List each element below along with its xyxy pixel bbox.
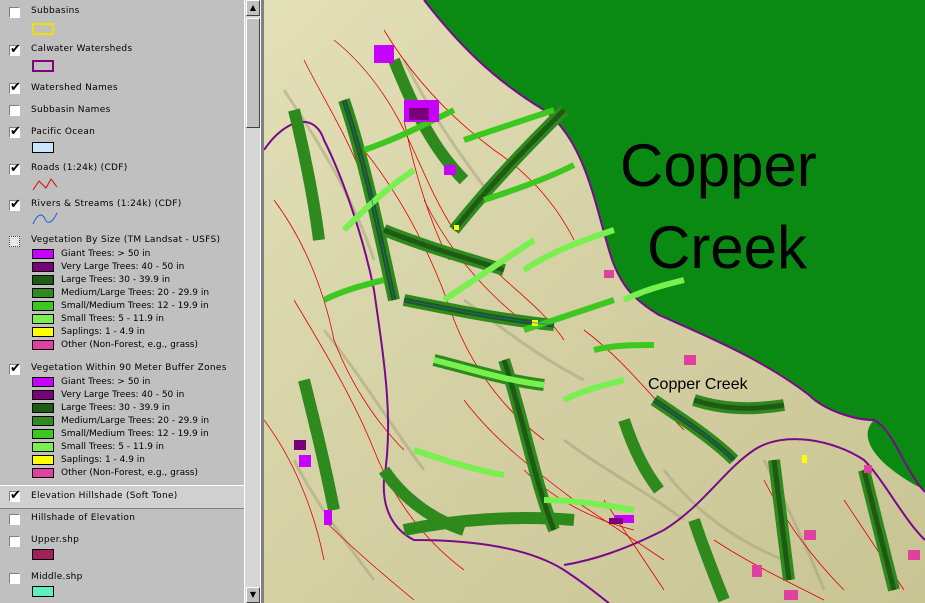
legend-label: Giant Trees: > 50 in (61, 249, 151, 259)
legend-label: Medium/Large Trees: 20 - 29.9 in (61, 288, 210, 298)
terrain-area (264, 0, 925, 603)
layer-label: Vegetation Within 90 Meter Buffer Zones (31, 363, 227, 373)
layer-checkbox[interactable] (9, 197, 21, 212)
layer-label: Watershed Names (31, 83, 118, 93)
layer-checkbox[interactable] (9, 80, 21, 95)
layer-upper-shp: Upper.shp (0, 531, 244, 567)
layer-checkbox[interactable] (9, 124, 21, 139)
legend-swatch (32, 301, 54, 311)
layer-pacific-ocean: Pacific Ocean (0, 123, 244, 157)
layer-label: Vegetation By Size (TM Landsat - USFS) (31, 235, 221, 245)
legend-swatch (32, 275, 54, 285)
layer-watershed-names: Watershed Names (0, 79, 244, 99)
legend-swatch (32, 327, 54, 337)
legend-swatch (32, 442, 54, 452)
stream-line-icon (32, 212, 58, 225)
scroll-up-button[interactable]: ▲ (246, 0, 260, 16)
legend-label: Saplings: 1 - 4.9 in (61, 327, 146, 337)
legend-swatch (32, 390, 54, 400)
toc-scrollbar[interactable]: ▲ ▼ (244, 0, 261, 603)
layer-checkbox[interactable] (9, 514, 20, 525)
road-line-icon (32, 178, 58, 191)
legend-swatch (32, 288, 54, 298)
ocean-symbol (32, 142, 54, 153)
middle-symbol (32, 586, 54, 597)
legend-label: Medium/Large Trees: 20 - 29.9 in (61, 416, 210, 426)
layer-label: Rivers & Streams (1:24k) (CDF) (31, 199, 182, 209)
table-of-contents: Subbasins Calwater Watersheds Watershed … (0, 0, 244, 603)
legend-label: Very Large Trees: 40 - 50 in (61, 262, 185, 272)
legend-swatch (32, 377, 54, 387)
layer-checkbox[interactable] (9, 7, 20, 18)
layer-middle-shp: Middle.shp (0, 568, 244, 603)
layer-rivers-streams: Rivers & Streams (1:24k) (CDF) (0, 195, 244, 229)
legend-swatch (32, 429, 54, 439)
legend-swatch (32, 249, 54, 259)
scroll-thumb[interactable] (246, 18, 260, 128)
layer-checkbox[interactable] (9, 536, 20, 547)
layer-subbasins: Subbasins (0, 3, 244, 39)
legend-swatch (32, 416, 54, 426)
layer-hillshade-of-elevation: Hillshade of Elevation (0, 509, 244, 529)
legend-label: Saplings: 1 - 4.9 in (61, 455, 146, 465)
layer-vegetation-by-size: Vegetation By Size (TM Landsat - USFS) (0, 231, 244, 251)
layer-elevation-hillshade[interactable]: Elevation Hillshade (Soft Tone) (0, 487, 244, 507)
layer-roads: Roads (1:24k) (CDF) (0, 159, 244, 193)
layer-label: Pacific Ocean (31, 127, 96, 137)
layer-subbasin-names: Subbasin Names (0, 101, 244, 121)
legend-label: Small Trees: 5 - 11.9 in (61, 442, 164, 452)
stream-name-label: Copper Creek (648, 376, 748, 393)
map-canvas (264, 0, 925, 603)
legend-label: Small/Medium Trees: 12 - 19.9 in (61, 429, 209, 439)
legend-swatch (32, 403, 54, 413)
legend-label: Giant Trees: > 50 in (61, 377, 151, 387)
layer-checkbox[interactable] (9, 361, 21, 376)
layer-checkbox[interactable] (9, 161, 21, 176)
layer-vegetation-buffer: Vegetation Within 90 Meter Buffer Zones (0, 359, 244, 379)
layer-checkbox[interactable] (9, 105, 20, 116)
legend-swatch (32, 455, 54, 465)
layer-label: Subbasins (31, 6, 80, 16)
watershed-name-label: Copper (620, 132, 817, 199)
legend-label: Very Large Trees: 40 - 50 in (61, 390, 185, 400)
legend-label: Small Trees: 5 - 11.9 in (61, 314, 164, 324)
layer-label: Upper.shp (31, 535, 80, 545)
layer-label: Subbasin Names (31, 105, 111, 115)
legend-swatch (32, 262, 54, 272)
layer-label: Calwater Watersheds (31, 44, 133, 54)
layer-checkbox[interactable] (9, 42, 21, 57)
layer-calwater-watersheds: Calwater Watersheds (0, 41, 244, 77)
scroll-down-button[interactable]: ▼ (246, 587, 260, 603)
legend-swatch (32, 314, 54, 324)
map-view[interactable]: Copper Creek Copper Creek (264, 0, 925, 603)
layer-checkbox[interactable] (9, 236, 20, 247)
legend-swatch (32, 468, 54, 478)
legend-label: Large Trees: 30 - 39.9 in (61, 275, 171, 285)
upper-symbol (32, 549, 54, 560)
layer-label: Hillshade of Elevation (31, 513, 136, 523)
layer-checkbox[interactable] (9, 573, 20, 584)
watershed-name-label: Creek (647, 214, 808, 281)
watershed-symbol (32, 60, 54, 72)
layer-checkbox[interactable] (9, 488, 21, 503)
layer-label: Roads (1:24k) (CDF) (31, 163, 128, 173)
legend-label: Other (Non-Forest, e.g., grass) (61, 468, 198, 478)
legend-label: Other (Non-Forest, e.g., grass) (61, 340, 198, 350)
subbasin-symbol (32, 23, 54, 35)
legend-label: Small/Medium Trees: 12 - 19.9 in (61, 301, 209, 311)
legend-label: Large Trees: 30 - 39.9 in (61, 403, 171, 413)
legend-swatch (32, 340, 54, 350)
layer-label: Elevation Hillshade (Soft Tone) (31, 491, 178, 501)
layer-label: Middle.shp (31, 572, 83, 582)
